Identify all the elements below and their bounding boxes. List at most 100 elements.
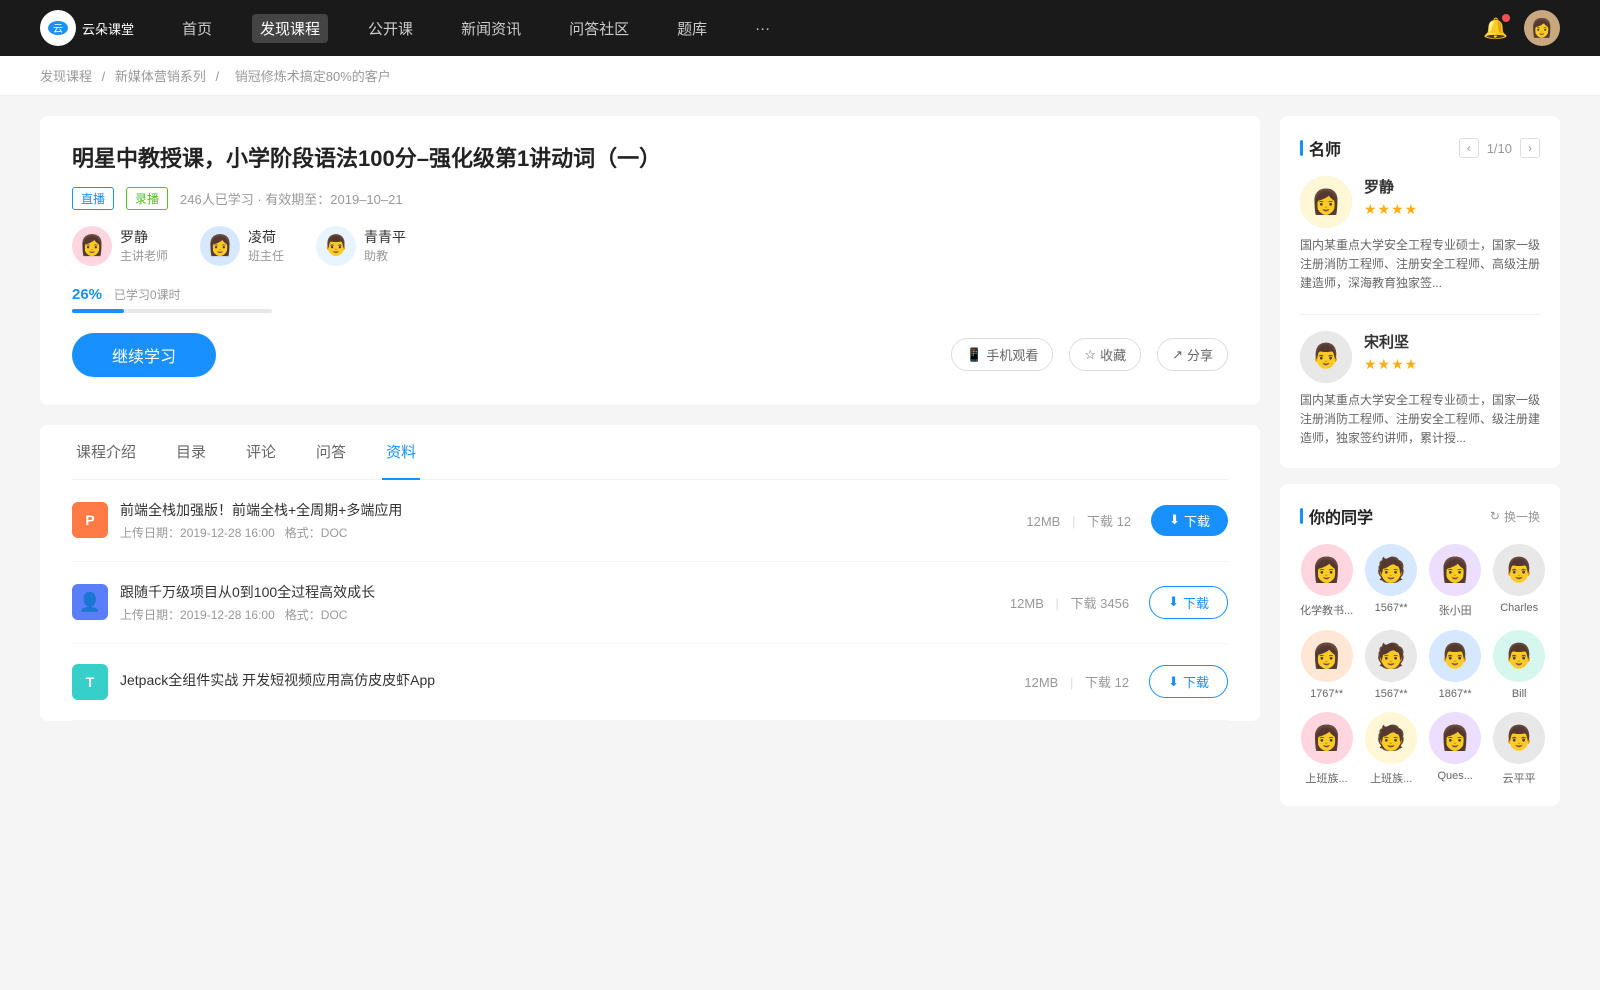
tab-qa[interactable]: 问答 bbox=[312, 425, 350, 480]
pagination-prev[interactable]: ‹ bbox=[1459, 138, 1479, 158]
pagination-next[interactable]: › bbox=[1520, 138, 1540, 158]
sidebar-teacher-2-stars: ★★★★ bbox=[1364, 356, 1418, 373]
resource-info-3: Jetpack全组件实战 开发短视频应用高仿皮皮虾App bbox=[120, 670, 1024, 694]
star-icon: ☆ bbox=[1084, 347, 1096, 363]
action-buttons: 📱 手机观看 ☆ 收藏 ↗ 分享 bbox=[951, 338, 1228, 371]
nav-item-discover[interactable]: 发现课程 bbox=[252, 14, 328, 43]
classmate-2[interactable]: 🧑 1567** bbox=[1365, 544, 1417, 618]
teachers-pagination: ‹ 1/10 › bbox=[1459, 138, 1540, 158]
bell-icon[interactable]: 🔔 bbox=[1483, 16, 1508, 41]
sidebar-teacher-2-avatar: 👨 bbox=[1300, 331, 1352, 383]
classmate-9[interactable]: 👩 上班族... bbox=[1300, 712, 1353, 786]
download-icon-1: ⬇ bbox=[1169, 512, 1180, 528]
nav-item-qa[interactable]: 问答社区 bbox=[561, 14, 637, 43]
mobile-watch-button[interactable]: 📱 手机观看 bbox=[951, 338, 1053, 371]
classmate-9-name: 上班族... bbox=[1300, 770, 1353, 786]
classmate-10[interactable]: 🧑 上班族... bbox=[1365, 712, 1417, 786]
mobile-icon: 📱 bbox=[966, 347, 982, 363]
classmate-10-avatar: 🧑 bbox=[1365, 712, 1417, 764]
teacher-1-role: 主讲老师 bbox=[120, 247, 168, 264]
progress-sub: 已学习0课时 bbox=[114, 288, 181, 302]
teacher-2: 👩 凌荷 班主任 bbox=[200, 226, 284, 266]
classmate-11-name: Ques... bbox=[1429, 770, 1481, 782]
nav-right: 🔔 👩 bbox=[1483, 10, 1560, 46]
nav-item-home[interactable]: 首页 bbox=[174, 14, 220, 43]
classmates-sidebar-card: 你的同学 ↻ 换一换 👩 化学教书... 🧑 1567** 👩 张小田 bbox=[1280, 484, 1560, 806]
teacher-1: 👩 罗静 主讲老师 bbox=[72, 226, 168, 266]
sidebar-teacher-2-header: 👨 宋利坚 ★★★★ bbox=[1300, 331, 1540, 383]
breadcrumb: 发现课程 / 新媒体营销系列 / 销冠修炼术搞定80%的客户 bbox=[0, 56, 1600, 96]
classmate-11[interactable]: 👩 Ques... bbox=[1429, 712, 1481, 786]
classmate-6[interactable]: 🧑 1567** bbox=[1365, 630, 1417, 700]
teachers-row: 👩 罗静 主讲老师 👩 凌荷 班主任 👨 青青平 bbox=[72, 226, 1228, 266]
classmate-12-avatar: 👨 bbox=[1493, 712, 1545, 764]
logo-text: 云朵课堂 bbox=[82, 19, 134, 38]
tab-intro[interactable]: 课程介绍 bbox=[72, 425, 140, 480]
resource-item-2: 👤 跟随千万级项目从0到100全过程高效成长 上传日期：2019-12-28 1… bbox=[72, 562, 1228, 644]
sidebar-teacher-2-desc: 国内某重点大学安全工程专业硕士，国家一级注册消防工程师、注册安全工程师、级注册建… bbox=[1300, 391, 1540, 449]
classmates-grid: 👩 化学教书... 🧑 1567** 👩 张小田 👨 Charles 👩 bbox=[1300, 544, 1540, 786]
collect-button[interactable]: ☆ 收藏 bbox=[1069, 338, 1141, 371]
download-button-1[interactable]: ⬇ 下载 bbox=[1151, 505, 1228, 536]
resource-icon-p: P bbox=[72, 502, 108, 538]
classmate-8[interactable]: 👨 Bill bbox=[1493, 630, 1545, 700]
classmate-7-avatar: 👨 bbox=[1429, 630, 1481, 682]
resource-item-3: T Jetpack全组件实战 开发短视频应用高仿皮皮虾App 12MB | 下载… bbox=[72, 644, 1228, 721]
share-button[interactable]: ↗ 分享 bbox=[1157, 338, 1228, 371]
sidebar-teacher-2: 👨 宋利坚 ★★★★ 国内某重点大学安全工程专业硕士，国家一级注册消防工程师、注… bbox=[1300, 331, 1540, 449]
mobile-label: 手机观看 bbox=[986, 345, 1038, 364]
refresh-button[interactable]: ↻ 换一换 bbox=[1490, 508, 1540, 525]
resource-meta-1: 上传日期：2019-12-28 16:00 格式：DOC bbox=[120, 524, 1026, 541]
progress-label: 26% bbox=[72, 286, 102, 303]
classmates-title: 你的同学 bbox=[1300, 504, 1373, 528]
classmate-3[interactable]: 👩 张小田 bbox=[1429, 544, 1481, 618]
resource-stats-2: 12MB | 下载 3456 bbox=[1010, 593, 1129, 612]
teacher-3-name: 青青平 bbox=[364, 227, 406, 247]
svg-text:云: 云 bbox=[53, 24, 63, 35]
left-content: 明星中教授课，小学阶段语法100分–强化级第1讲动词（一） 直播 录播 246人… bbox=[40, 116, 1260, 822]
resource-info-2: 跟随千万级项目从0到100全过程高效成长 上传日期：2019-12-28 16:… bbox=[120, 582, 1010, 623]
breadcrumb-link-series[interactable]: 新媒体营销系列 bbox=[115, 69, 206, 84]
resource-name-3: Jetpack全组件实战 开发短视频应用高仿皮皮虾App bbox=[120, 670, 1024, 690]
nav-item-news[interactable]: 新闻资讯 bbox=[453, 14, 529, 43]
nav-item-open[interactable]: 公开课 bbox=[360, 14, 421, 43]
tab-resource[interactable]: 资料 bbox=[382, 425, 420, 480]
badge-live: 直播 bbox=[72, 187, 114, 210]
teachers-sidebar-title: 名师 bbox=[1300, 136, 1341, 160]
logo-icon: 云 bbox=[40, 10, 76, 46]
course-meta: 直播 录播 246人已学习 · 有效期至：2019–10–21 bbox=[72, 187, 1228, 210]
resource-info-1: 前端全栈加强版！前端全栈+全周期+多端应用 上传日期：2019-12-28 16… bbox=[120, 500, 1026, 541]
classmate-8-avatar: 👨 bbox=[1493, 630, 1545, 682]
continue-learning-button[interactable]: 继续学习 bbox=[72, 333, 216, 377]
nav-item-more[interactable]: ··· bbox=[747, 16, 778, 41]
classmate-7[interactable]: 👨 1867** bbox=[1429, 630, 1481, 700]
tab-review[interactable]: 评论 bbox=[242, 425, 280, 480]
sidebar-teacher-1-avatar: 👩 bbox=[1300, 176, 1352, 228]
share-label: 分享 bbox=[1187, 345, 1213, 364]
sidebar-teacher-1-header: 👩 罗静 ★★★★ bbox=[1300, 176, 1540, 228]
breadcrumb-link-discover[interactable]: 发现课程 bbox=[40, 69, 92, 84]
classmate-8-name: Bill bbox=[1493, 688, 1545, 700]
classmate-12[interactable]: 👨 云平平 bbox=[1493, 712, 1545, 786]
classmate-5[interactable]: 👩 1767** bbox=[1300, 630, 1353, 700]
classmate-1[interactable]: 👩 化学教书... bbox=[1300, 544, 1353, 618]
progress-bar-bg bbox=[72, 309, 272, 313]
resource-stats-1: 12MB | 下载 12 bbox=[1026, 511, 1131, 530]
badge-record: 录播 bbox=[126, 187, 168, 210]
resource-name-1: 前端全栈加强版！前端全栈+全周期+多端应用 bbox=[120, 500, 1026, 520]
main-layout: 明星中教授课，小学阶段语法100分–强化级第1讲动词（一） 直播 录播 246人… bbox=[0, 96, 1600, 842]
sidebar-teacher-1: 👩 罗静 ★★★★ 国内某重点大学安全工程专业硕士，国家一级注册消防工程师、注册… bbox=[1300, 176, 1540, 294]
download-icon-2: ⬇ bbox=[1168, 594, 1179, 610]
logo[interactable]: 云 云朵课堂 bbox=[40, 10, 134, 46]
breadcrumb-current: 销冠修炼术搞定80%的客户 bbox=[235, 69, 391, 84]
teacher-2-role: 班主任 bbox=[248, 247, 284, 264]
tab-catalog[interactable]: 目录 bbox=[172, 425, 210, 480]
user-avatar[interactable]: 👩 bbox=[1524, 10, 1560, 46]
download-button-2[interactable]: ⬇ 下载 bbox=[1149, 586, 1228, 619]
resource-icon-u: 👤 bbox=[72, 584, 108, 620]
resource-icon-t: T bbox=[72, 664, 108, 700]
classmate-4[interactable]: 👨 Charles bbox=[1493, 544, 1545, 618]
download-button-3[interactable]: ⬇ 下载 bbox=[1149, 665, 1228, 698]
nav-item-exam[interactable]: 题库 bbox=[669, 14, 715, 43]
classmate-1-name: 化学教书... bbox=[1300, 602, 1353, 618]
